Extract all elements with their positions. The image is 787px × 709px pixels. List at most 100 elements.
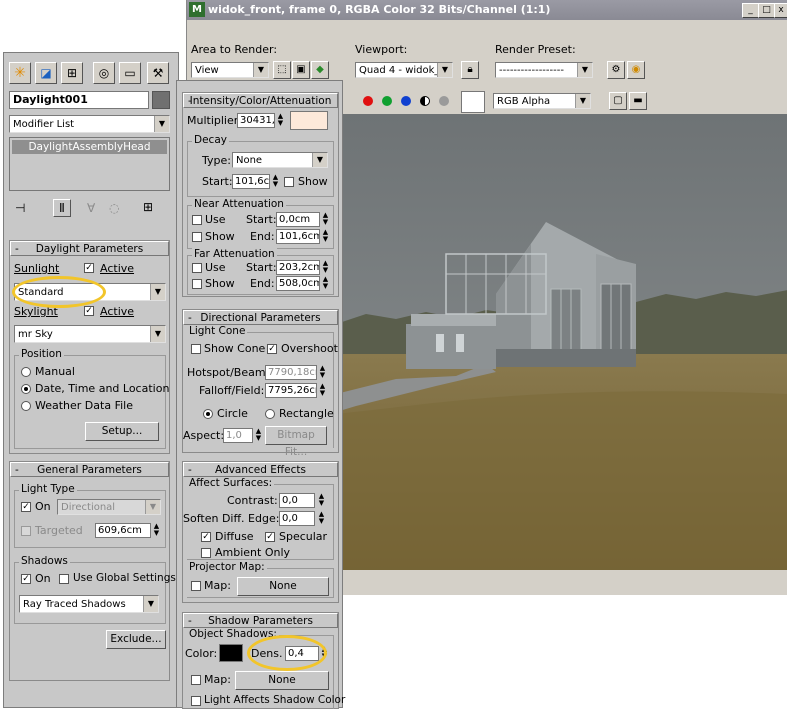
show-end-result-icon[interactable]: Ⅱ bbox=[53, 199, 71, 217]
object-name-field[interactable]: Daylight001 bbox=[9, 91, 149, 109]
modifier-list-dropdown[interactable]: Modifier List ▼ bbox=[9, 115, 170, 133]
spinner-icon[interactable]: ▲ ▼ bbox=[321, 276, 330, 291]
spinner-icon[interactable]: ▲ ▼ bbox=[152, 523, 161, 538]
position-manual-radio[interactable] bbox=[21, 367, 31, 377]
stack-item[interactable]: DaylightAssemblyHead bbox=[12, 140, 167, 154]
light-color-swatch[interactable] bbox=[290, 111, 328, 130]
lock-viewport-icon[interactable]: 🔒︎ bbox=[461, 61, 479, 79]
shadows-on-checkbox[interactable]: ✓ bbox=[21, 574, 31, 584]
projector-map-button[interactable]: None bbox=[237, 577, 329, 596]
render-icon[interactable]: ◉ bbox=[627, 61, 645, 79]
far-use-checkbox[interactable] bbox=[192, 263, 202, 273]
modify-tab-icon[interactable]: ◪ bbox=[35, 62, 57, 84]
spinner-icon[interactable]: ▲ ▼ bbox=[271, 174, 280, 189]
aspect-field[interactable]: 1,0 bbox=[223, 428, 253, 443]
modifier-stack[interactable]: DaylightAssemblyHead bbox=[9, 137, 170, 191]
near-use-checkbox[interactable] bbox=[192, 215, 202, 225]
spinner-icon[interactable]: ▲ ▼ bbox=[321, 212, 330, 227]
remove-modifier-icon[interactable]: ◌ bbox=[109, 201, 119, 215]
create-tab-icon[interactable]: ✳ bbox=[9, 62, 31, 84]
channel-dropdown[interactable]: RGB Alpha ▼ bbox=[493, 93, 591, 109]
targeted-distance-field[interactable]: 609,6cm bbox=[95, 523, 151, 538]
use-global-settings-checkbox[interactable] bbox=[59, 574, 69, 584]
projector-map-checkbox[interactable] bbox=[191, 581, 201, 591]
spinner-icon[interactable]: ▲ ▼ bbox=[317, 511, 326, 526]
object-color-swatch[interactable] bbox=[152, 91, 170, 109]
exclude-button[interactable]: Exclude... bbox=[106, 630, 166, 649]
hierarchy-tab-icon[interactable]: ⊞ bbox=[61, 62, 83, 84]
spinner-icon[interactable]: ▲ ▼ bbox=[318, 383, 327, 398]
light-affects-shadow-checkbox[interactable] bbox=[191, 696, 201, 706]
pin-stack-icon[interactable]: ⊣ bbox=[15, 201, 25, 215]
targeted-checkbox[interactable] bbox=[21, 526, 31, 536]
diffuse-checkbox[interactable]: ✓ bbox=[201, 532, 211, 542]
light-type-dropdown[interactable]: Directional ▼ bbox=[57, 499, 161, 515]
alpha-channel-icon[interactable] bbox=[420, 96, 430, 106]
display-tab-icon[interactable]: ▭ bbox=[119, 62, 141, 84]
monochrome-icon[interactable] bbox=[439, 96, 449, 106]
spinner-icon[interactable]: ▲ ▼ bbox=[321, 260, 330, 275]
directional-parameters-header[interactable]: - Directional Parameters bbox=[183, 310, 338, 325]
multiplier-field[interactable]: 30431, bbox=[237, 113, 275, 128]
far-show-checkbox[interactable] bbox=[192, 279, 202, 289]
viewport-dropdown[interactable]: Quad 4 - widok_fr ▼ bbox=[355, 62, 453, 78]
edit-region-icon[interactable]: ⬚ bbox=[273, 61, 291, 79]
shadow-map-checkbox[interactable] bbox=[191, 675, 201, 685]
spinner-icon[interactable]: ▲ ▼ bbox=[321, 229, 330, 244]
far-start-field[interactable]: 203,2cm bbox=[276, 260, 320, 275]
decay-type-dropdown[interactable]: None ▼ bbox=[232, 152, 328, 168]
shadow-parameters-header[interactable]: - Shadow Parameters bbox=[183, 613, 338, 628]
swatch-color[interactable] bbox=[461, 91, 485, 113]
render-window-titlebar[interactable]: M widok_front, frame 0, RGBA Color 32 Bi… bbox=[187, 0, 787, 20]
region-select-icon[interactable]: ◆ bbox=[311, 61, 329, 79]
utilities-tab-icon[interactable]: ⚒ bbox=[147, 62, 169, 84]
make-unique-icon[interactable]: ∀ bbox=[87, 201, 95, 215]
position-date-radio[interactable] bbox=[21, 384, 31, 394]
falloff-field[interactable]: 7795,26cm bbox=[265, 383, 317, 398]
close-button[interactable]: x bbox=[774, 3, 787, 18]
light-on-checkbox[interactable]: ✓ bbox=[21, 502, 31, 512]
intensity-header[interactable]: - Intensity/Color/Attenuation bbox=[183, 93, 338, 108]
spinner-icon[interactable]: ▲ ▼ bbox=[276, 113, 285, 128]
ambient-only-checkbox[interactable] bbox=[201, 548, 211, 558]
area-to-render-dropdown[interactable]: View ▼ bbox=[191, 62, 269, 78]
blue-channel-icon[interactable] bbox=[401, 96, 411, 106]
decay-start-field[interactable]: 101,6c bbox=[232, 174, 270, 189]
near-end-field[interactable]: 101,6cm bbox=[276, 229, 320, 244]
auto-region-icon[interactable]: ▣ bbox=[292, 61, 310, 79]
advanced-effects-header[interactable]: - Advanced Effects bbox=[183, 462, 338, 477]
skylight-type-dropdown[interactable]: mr Sky ▼ bbox=[14, 325, 166, 343]
decay-show-checkbox[interactable] bbox=[284, 177, 294, 187]
rectangle-radio[interactable] bbox=[265, 409, 275, 419]
show-cone-checkbox[interactable] bbox=[191, 344, 201, 354]
shadow-type-dropdown[interactable]: Ray Traced Shadows ▼ bbox=[19, 595, 159, 613]
specular-checkbox[interactable]: ✓ bbox=[265, 532, 275, 542]
near-start-field[interactable]: 0,0cm bbox=[276, 212, 320, 227]
setup-button[interactable]: Setup... bbox=[85, 422, 159, 441]
sunlight-active-checkbox[interactable]: ✓ bbox=[84, 263, 94, 273]
position-weather-radio[interactable] bbox=[21, 401, 31, 411]
spinner-icon[interactable]: ▲ ▼ bbox=[318, 365, 327, 380]
near-show-checkbox[interactable] bbox=[192, 232, 202, 242]
red-channel-icon[interactable] bbox=[363, 96, 373, 106]
shadow-map-button[interactable]: None bbox=[235, 671, 329, 690]
spinner-icon[interactable]: ▲ ▼ bbox=[317, 493, 326, 508]
skylight-active-checkbox[interactable]: ✓ bbox=[84, 306, 94, 316]
render-setup-icon[interactable]: ⚙ bbox=[607, 61, 625, 79]
render-preset-dropdown[interactable]: ------------------ ▼ bbox=[495, 62, 593, 78]
far-end-field[interactable]: 508,0cm bbox=[276, 276, 320, 291]
general-parameters-header[interactable]: - General Parameters bbox=[10, 462, 169, 477]
clear-icon[interactable]: ▬ bbox=[629, 92, 647, 110]
configure-modifier-sets-icon[interactable]: ⊞ bbox=[143, 200, 153, 214]
daylight-parameters-header[interactable]: - Daylight Parameters bbox=[10, 241, 169, 256]
overshoot-checkbox[interactable]: ✓ bbox=[267, 344, 277, 354]
shadow-color-swatch[interactable] bbox=[219, 644, 243, 662]
circle-radio[interactable] bbox=[203, 409, 213, 419]
motion-tab-icon[interactable]: ◎ bbox=[93, 62, 115, 84]
maximize-button[interactable]: □ bbox=[758, 3, 775, 18]
spinner-icon[interactable]: ▲ ▼ bbox=[254, 428, 263, 443]
contrast-field[interactable]: 0,0 bbox=[279, 493, 315, 508]
hotspot-field[interactable]: 7790,18cm bbox=[265, 365, 317, 380]
minimize-button[interactable]: _ bbox=[742, 3, 759, 18]
bitmap-fit-button[interactable]: Bitmap Fit... bbox=[265, 426, 327, 458]
